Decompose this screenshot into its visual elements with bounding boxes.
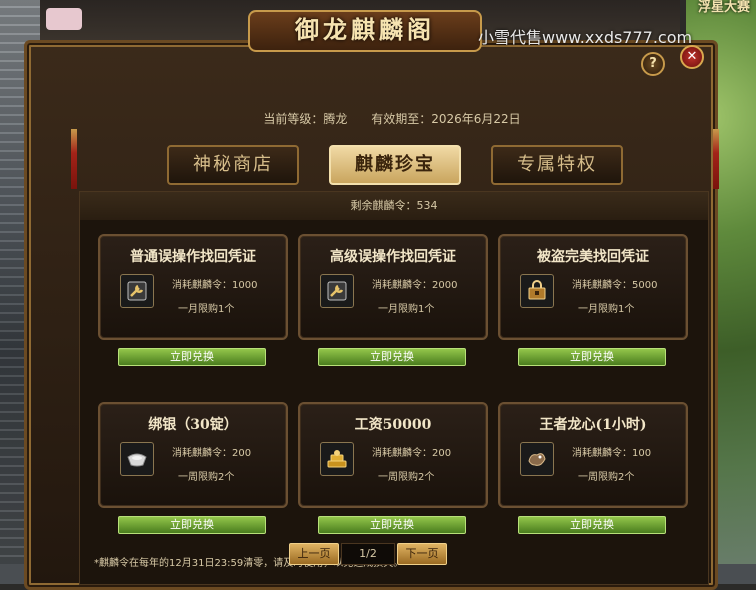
redeem-button[interactable]: 立即兑换: [518, 516, 666, 534]
redeem-button[interactable]: 立即兑换: [518, 348, 666, 366]
item-card: 普通误操作找回凭证 消耗麒麟令：1000 一月限购1个: [98, 234, 288, 340]
wrench-icon: [120, 274, 154, 308]
background-decoration: [46, 8, 82, 30]
item-title: 工资50000: [354, 417, 432, 433]
item-title: 王者龙心(1小时): [539, 417, 647, 433]
item-card: 王者龙心(1小时) 消耗麒麟令：100 一周限购2个: [498, 402, 688, 508]
item-card: 工资50000 消耗麒麟令：200 一周限购2个: [298, 402, 488, 508]
watermark-text: 小雪代售www.xxds777.com: [478, 28, 693, 47]
membership-info: 当前等级：腾龙 有效期至：2026年6月22日: [77, 107, 707, 131]
item-limit: 一月限购1个: [178, 304, 235, 315]
window-title: 御龙麒麟阁: [248, 10, 482, 52]
redeem-button[interactable]: 立即兑换: [318, 516, 466, 534]
tab-exclusive-privilege[interactable]: 专属特权: [491, 145, 623, 185]
item-card: 被盗完美找回凭证 消耗麒麟令：5000 一月限购1个: [498, 234, 688, 340]
current-level: 当前等级：腾龙: [263, 112, 348, 126]
redeem-button[interactable]: 立即兑换: [118, 348, 266, 366]
redeem-button[interactable]: 立即兑换: [118, 516, 266, 534]
corner-event-label: 浮星大赛: [697, 0, 750, 15]
item-card: 绑银（30锭） 消耗麒麟令：200 一周限购2个: [98, 402, 288, 508]
gold-ingot-icon: [320, 442, 354, 476]
chest-icon: [520, 274, 554, 308]
page-indicator: 1/2: [341, 543, 395, 565]
tassel-left: [71, 129, 77, 189]
tassel-right: [713, 129, 719, 189]
item-cost: 消耗麒麟令：2000: [372, 280, 458, 291]
tab-qilin-treasure[interactable]: 麒麟珍宝: [329, 145, 461, 185]
tab-bar: 神秘商店 麒麟珍宝 专属特权: [167, 145, 627, 185]
main-window: 当前等级：腾龙 有效期至：2026年6月22日 神秘商店 麒麟珍宝 专属特权 剩…: [24, 40, 719, 590]
item-title: 被盗完美找回凭证: [537, 249, 649, 265]
item-limit: 一月限购1个: [578, 304, 635, 315]
item-cost: 消耗麒麟令：200: [372, 448, 452, 459]
expiry-date: 有效期至：2026年6月22日: [371, 112, 521, 126]
item-limit: 一周限购2个: [578, 472, 635, 483]
close-button[interactable]: ✕: [680, 45, 704, 69]
item-limit: 一周限购2个: [378, 472, 435, 483]
item-cost: 消耗麒麟令：5000: [572, 280, 658, 291]
help-button[interactable]: ?: [641, 52, 665, 76]
item-limit: 一周限购2个: [178, 472, 235, 483]
item-title: 绑银（30锭）: [148, 417, 238, 433]
item-cost: 消耗麒麟令：100: [572, 448, 652, 459]
wrench-icon: [320, 274, 354, 308]
item-cost: 消耗麒麟令：1000: [172, 280, 258, 291]
silver-ingot-icon: [120, 442, 154, 476]
shop-content: 剩余麒麟令：534 普通误操作找回凭证 消耗麒麟令：1000 一月限购1个 立即…: [79, 191, 709, 585]
redeem-button[interactable]: 立即兑换: [318, 348, 466, 366]
dragon-heart-icon: [520, 442, 554, 476]
tab-mystery-shop[interactable]: 神秘商店: [167, 145, 299, 185]
item-limit: 一月限购1个: [378, 304, 435, 315]
item-title: 普通误操作找回凭证: [130, 249, 256, 265]
next-page-button[interactable]: 下一页: [397, 543, 447, 565]
item-cost: 消耗麒麟令：200: [172, 448, 252, 459]
prev-page-button[interactable]: 上一页: [289, 543, 339, 565]
remaining-tokens: 剩余麒麟令：534: [80, 192, 708, 220]
item-card: 高级误操作找回凭证 消耗麒麟令：2000 一月限购1个: [298, 234, 488, 340]
item-title: 高级误操作找回凭证: [330, 249, 456, 265]
